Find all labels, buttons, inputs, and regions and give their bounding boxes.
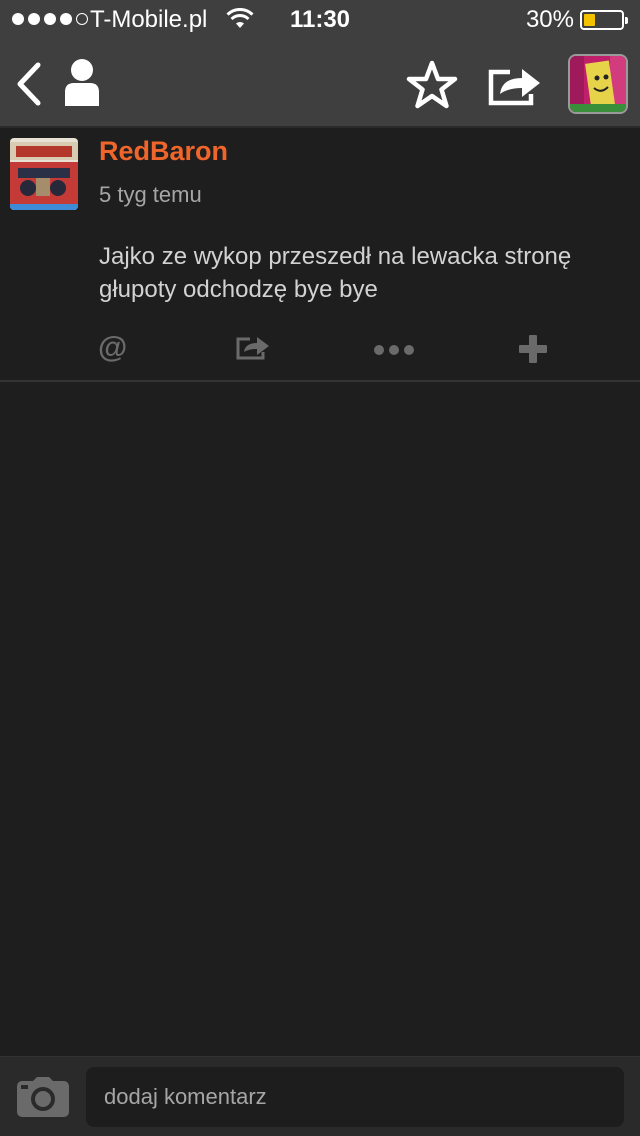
user-avatar[interactable]	[568, 54, 628, 114]
author-avatar[interactable]	[10, 138, 78, 210]
plus-vote-icon[interactable]	[519, 335, 547, 368]
comment-bar	[0, 1056, 640, 1136]
battery-level-fill	[584, 14, 595, 26]
share-post-icon[interactable]	[236, 334, 270, 365]
battery-percent: 30%	[525, 6, 574, 33]
back-icon[interactable]	[14, 62, 44, 111]
post-entry: RedBaron 5 tyg temu Jajko ze wykop przes…	[0, 128, 640, 382]
author-name[interactable]: RedBaron	[99, 136, 228, 167]
post-text: Jajko ze wykop przeszedł na lewacka stro…	[99, 243, 572, 303]
camera-icon[interactable]	[17, 1077, 69, 1122]
battery-icon	[580, 10, 628, 30]
navigation-bar	[0, 40, 640, 128]
mention-button[interactable]: @	[98, 330, 127, 366]
more-options-icon[interactable]	[373, 343, 415, 361]
profile-icon[interactable]	[62, 58, 102, 113]
status-bar: T-Mobile.pl 11:30 30%	[0, 0, 640, 40]
comment-input[interactable]	[86, 1067, 624, 1127]
share-icon[interactable]	[488, 64, 542, 111]
post-actions: @	[0, 328, 640, 368]
post-timestamp: 5 tyg temu	[99, 182, 202, 207]
app-screen: T-Mobile.pl 11:30 30% RedBaron 5 tyg tem…	[0, 0, 640, 1136]
star-icon[interactable]	[406, 60, 458, 115]
